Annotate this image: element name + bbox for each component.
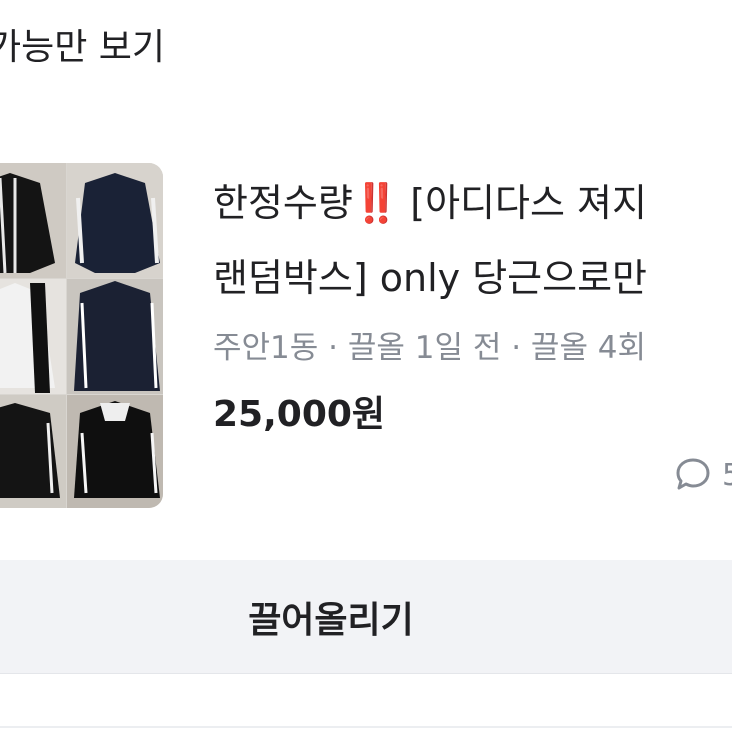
chat-count: 5 xyxy=(672,455,732,495)
available-only-filter[interactable]: 가능만 보기 xyxy=(0,18,165,70)
listing-title[interactable]: 한정수량‼️ [아디다스 져지 랜덤박스] only 당근으로만 xyxy=(213,166,732,316)
chat-bubble-icon xyxy=(676,458,710,490)
listing-thumbnail[interactable] xyxy=(0,163,163,508)
jacket-collage-image xyxy=(0,163,163,508)
bump-button[interactable]: 끌어올리기 xyxy=(0,560,732,674)
title-line1-rest: [아디다스 져지 xyxy=(398,181,647,225)
divider xyxy=(0,726,732,728)
chat-count-value: 5 xyxy=(722,457,732,493)
bump-button-label: 끌어올리기 xyxy=(248,599,414,641)
listing-title-line1: 한정수량‼️ [아디다스 져지 xyxy=(213,166,732,241)
listing-meta: 주안1동 · 끌올 1일 전 · 끌올 4회 xyxy=(213,330,647,366)
title-prefix: 한정수량 xyxy=(213,181,353,225)
listing-price: 25,000원 xyxy=(213,394,386,435)
double-exclamation-icon: ‼️ xyxy=(352,181,400,225)
listing-title-line2: 랜덤박스] only 당근으로만 xyxy=(213,256,648,300)
